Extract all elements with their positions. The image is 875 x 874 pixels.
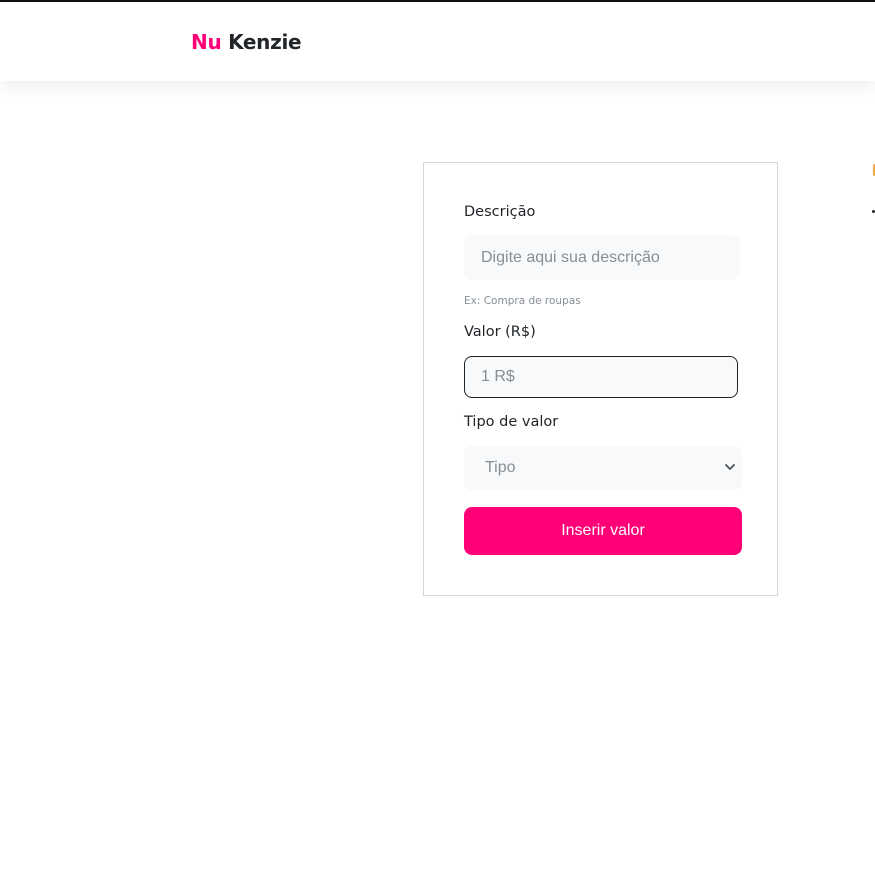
description-hint: Ex: Compra de roupas (464, 295, 581, 307)
type-select-value: Tipo (485, 459, 516, 476)
amount-label: Valor (R$) (464, 324, 536, 340)
insert-value-button[interactable]: Inserir valor (464, 507, 742, 555)
logo-kenzie: Kenzie (228, 30, 302, 54)
description-label: Descrição (464, 204, 536, 220)
chevron-down-icon (724, 446, 736, 490)
type-select[interactable]: Tipo (464, 446, 742, 490)
description-input[interactable] (464, 235, 740, 280)
offscreen-panel-edge (871, 160, 875, 220)
amount-input[interactable] (464, 356, 738, 398)
app-logo[interactable]: Nu Kenzie (191, 30, 302, 54)
transaction-form: Descrição Ex: Compra de roupas Valor (R$… (423, 162, 778, 596)
type-label: Tipo de valor (464, 414, 559, 430)
app-header: Nu Kenzie (0, 2, 875, 81)
logo-nu: Nu (191, 30, 222, 54)
